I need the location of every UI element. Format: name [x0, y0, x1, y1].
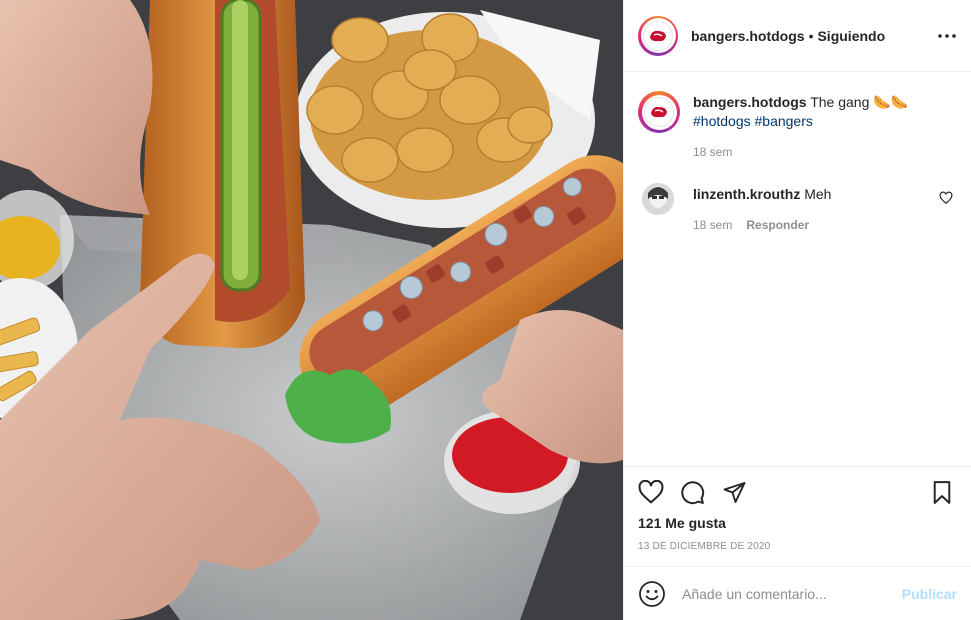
caption-username[interactable]: bangers.hotdogs [693, 94, 807, 110]
comment-username[interactable]: linzenth.krouthz [693, 186, 800, 202]
caption-hashtags[interactable]: #hotdogs #bangers [693, 112, 957, 131]
caption-text: The gang [810, 94, 870, 110]
post-actions: 121 Me gusta 13 DE DICIEMBRE DE 2020 [624, 466, 971, 552]
post-photo[interactable] [0, 0, 623, 620]
emoji-icon[interactable] [638, 580, 666, 608]
hotdog-logo-icon [643, 20, 673, 51]
caption-avatar[interactable] [638, 91, 680, 133]
account-avatar[interactable] [638, 15, 678, 56]
publish-button[interactable]: Publicar [902, 586, 957, 602]
reply-button[interactable]: Responder [746, 218, 809, 232]
comment-time[interactable]: 18 sem [693, 218, 732, 232]
post-image [0, 0, 623, 620]
caption-time[interactable]: 18 sem [693, 145, 732, 159]
caption-emoji: 🌭🌭 [873, 94, 909, 110]
add-comment-bar: Publicar [624, 566, 971, 620]
hotdog-logo-icon [644, 97, 674, 127]
comment-icon[interactable] [680, 479, 706, 505]
post-date: 13 DE DICIEMBRE DE 2020 [638, 541, 771, 552]
caption-row: bangers.hotdogs The gang 🌭🌭 #hotdogs #ba… [638, 91, 957, 159]
heart-icon[interactable] [638, 479, 664, 505]
likes-count[interactable]: 121 Me gusta [638, 515, 957, 531]
comments-section: bangers.hotdogs The gang 🌭🌭 #hotdogs #ba… [624, 73, 971, 465]
commenter-avatar[interactable] [642, 183, 674, 215]
comment-row: linzenth.krouthz Meh 18 sem Responder [638, 183, 957, 232]
comment-input[interactable] [682, 585, 902, 602]
more-options-icon[interactable] [937, 26, 957, 46]
send-icon[interactable] [722, 479, 748, 505]
comment-text: Meh [804, 186, 832, 202]
following-button[interactable]: Siguiendo [817, 28, 885, 44]
header-separator: • [808, 27, 814, 44]
post-panel: bangers.hotdogs • Siguiendo bangers.hotd… [623, 0, 971, 620]
header-username[interactable]: bangers.hotdogs [691, 28, 805, 44]
comment-like-icon[interactable] [939, 191, 953, 205]
post-header: bangers.hotdogs • Siguiendo [624, 0, 971, 72]
bookmark-icon[interactable] [931, 479, 957, 505]
